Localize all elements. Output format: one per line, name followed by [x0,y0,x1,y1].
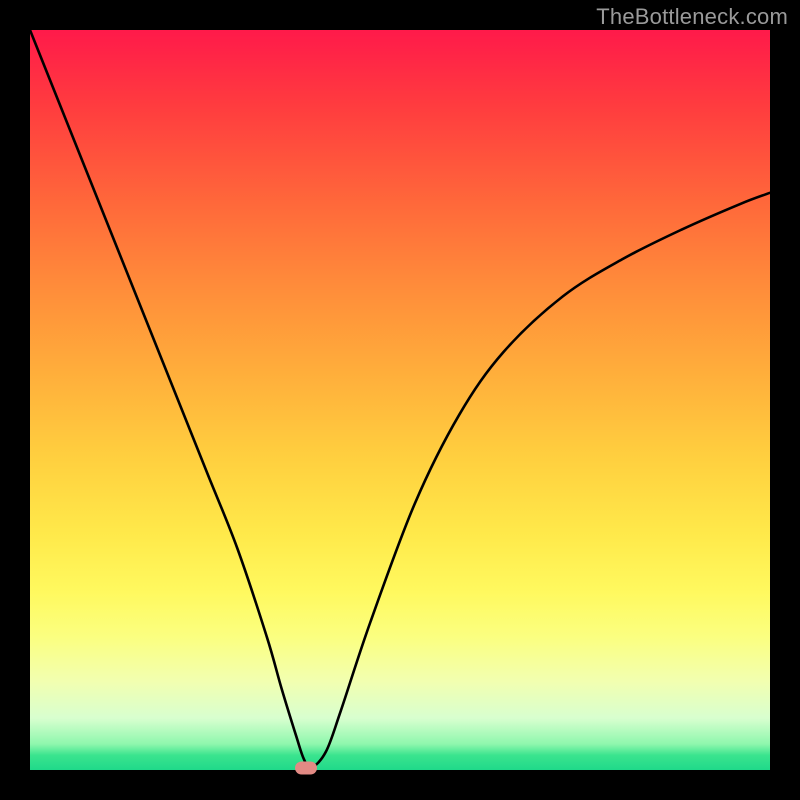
bottleneck-curve [30,30,770,770]
watermark-text: TheBottleneck.com [596,4,788,30]
minimum-marker [295,761,317,774]
chart-plot-area [30,30,770,770]
